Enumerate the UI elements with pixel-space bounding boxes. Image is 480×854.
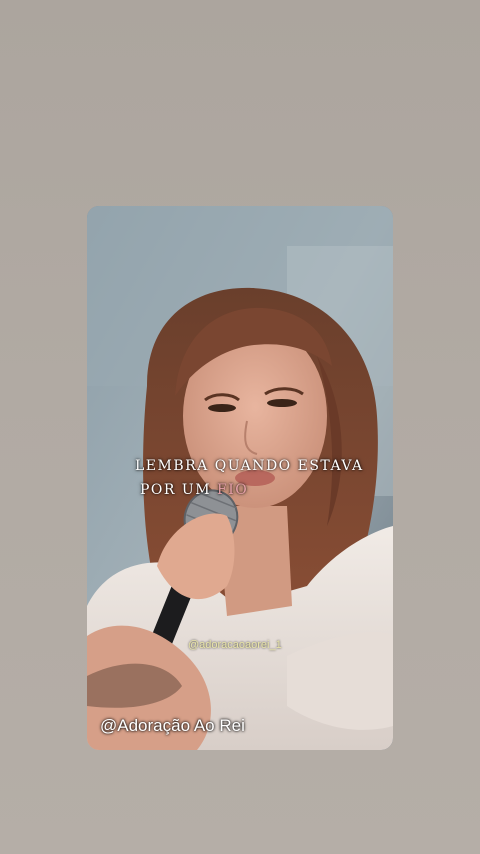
channel-watermark: @Adoração Ao Rei xyxy=(100,716,245,735)
handle-watermark: @adoracaoaorei_1 xyxy=(188,639,282,651)
lyric-highlight-word: FIO xyxy=(216,482,249,498)
singer-photo xyxy=(87,206,393,750)
lyric-line-2: POR UM FIO xyxy=(140,482,248,498)
lyric-line-1: LEMBRA QUANDO ESTAVA xyxy=(135,458,364,474)
video-card[interactable]: LEMBRA QUANDO ESTAVA POR UM FIO @adoraca… xyxy=(87,206,393,750)
lyric-line-2-text: POR UM xyxy=(140,482,217,498)
